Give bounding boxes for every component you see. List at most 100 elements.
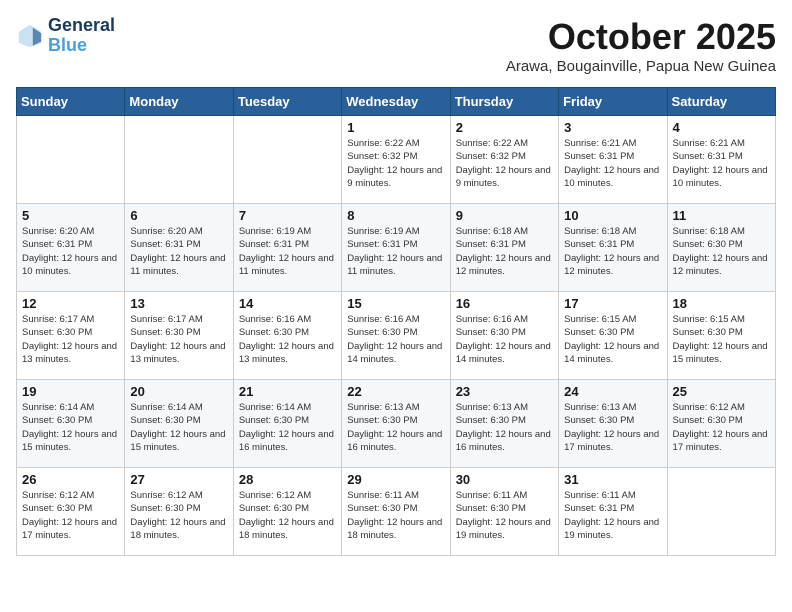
calendar-day-cell: 23Sunrise: 6:13 AMSunset: 6:30 PMDayligh… — [450, 380, 558, 468]
title-block: October 2025 Arawa, Bougainville, Papua … — [506, 16, 776, 75]
day-number: 1 — [347, 120, 444, 135]
page-header: General Blue October 2025 Arawa, Bougain… — [16, 16, 776, 75]
calendar-day-cell — [125, 116, 233, 204]
calendar-day-cell: 2 Sunrise: 6:22 AMSunset: 6:32 PMDaylight… — [450, 116, 558, 204]
calendar-week-row: 26 Sunrise: 6:12 AMSunset: 6:30 PMDayligh… — [17, 468, 776, 556]
day-info: Sunrise: 6:15 AMSunset: 6:30 PMDaylight:… — [673, 313, 770, 366]
calendar-week-row: 1 Sunrise: 6:22 AMSunset: 6:32 PMDaylight… — [17, 116, 776, 204]
day-info: Sunrise: 6:12 AMSunset: 6:30 PMDaylight:… — [130, 489, 227, 542]
day-number: 6 — [130, 208, 227, 223]
calendar-day-cell: 27 Sunrise: 6:12 AMSunset: 6:30 PMDayligh… — [125, 468, 233, 556]
calendar-week-row: 19 Sunrise: 6:14 AMSunset: 6:30 PMDayligh… — [17, 380, 776, 468]
weekday-header-cell: Wednesday — [342, 88, 450, 116]
day-number: 13 — [130, 296, 227, 311]
day-number: 7 — [239, 208, 336, 223]
day-number: 12 — [22, 296, 119, 311]
day-info: Sunrise: 6:11 AMSunset: 6:30 PMDaylight:… — [456, 489, 553, 542]
day-number: 4 — [673, 120, 770, 135]
day-info: Sunrise: 6:20 AMSunset: 6:31 PMDaylight:… — [22, 225, 119, 278]
day-info: Sunrise: 6:19 AMSunset: 6:31 PMDaylight:… — [347, 225, 444, 278]
day-info: Sunrise: 6:19 AMSunset: 6:31 PMDaylight:… — [239, 225, 336, 278]
day-info: Sunrise: 6:16 AMSunset: 6:30 PMDaylight:… — [347, 313, 444, 366]
day-number: 14 — [239, 296, 336, 311]
calendar-day-cell: 28 Sunrise: 6:12 AMSunset: 6:30 PMDayligh… — [233, 468, 341, 556]
day-number: 29 — [347, 472, 444, 487]
calendar-day-cell — [17, 116, 125, 204]
calendar-day-cell: 30 Sunrise: 6:11 AMSunset: 6:30 PMDayligh… — [450, 468, 558, 556]
day-number: 5 — [22, 208, 119, 223]
day-number: 15 — [347, 296, 444, 311]
calendar-day-cell: 4Sunrise: 6:21 AMSunset: 6:31 PMDaylight… — [667, 116, 775, 204]
day-info: Sunrise: 6:14 AMSunset: 6:30 PMDaylight:… — [130, 401, 227, 454]
day-info: Sunrise: 6:11 AMSunset: 6:30 PMDaylight:… — [347, 489, 444, 542]
day-info: Sunrise: 6:15 AMSunset: 6:30 PMDaylight:… — [564, 313, 661, 366]
day-number: 17 — [564, 296, 661, 311]
day-info: Sunrise: 6:12 AMSunset: 6:30 PMDaylight:… — [673, 401, 770, 454]
calendar-day-cell: 18 Sunrise: 6:15 AMSunset: 6:30 PMDayligh… — [667, 292, 775, 380]
calendar-day-cell: 24Sunrise: 6:13 AMSunset: 6:30 PMDayligh… — [559, 380, 667, 468]
day-info: Sunrise: 6:17 AMSunset: 6:30 PMDaylight:… — [22, 313, 119, 366]
day-number: 23 — [456, 384, 553, 399]
day-number: 18 — [673, 296, 770, 311]
day-number: 10 — [564, 208, 661, 223]
logo-icon — [16, 22, 44, 50]
day-number: 30 — [456, 472, 553, 487]
day-number: 27 — [130, 472, 227, 487]
day-number: 16 — [456, 296, 553, 311]
day-number: 11 — [673, 208, 770, 223]
day-number: 22 — [347, 384, 444, 399]
logo-line2: Blue — [48, 36, 115, 56]
day-number: 8 — [347, 208, 444, 223]
calendar-day-cell: 25Sunrise: 6:12 AMSunset: 6:30 PMDayligh… — [667, 380, 775, 468]
calendar-day-cell: 29 Sunrise: 6:11 AMSunset: 6:30 PMDayligh… — [342, 468, 450, 556]
calendar-day-cell: 22 Sunrise: 6:13 AMSunset: 6:30 PMDayligh… — [342, 380, 450, 468]
day-info: Sunrise: 6:18 AMSunset: 6:31 PMDaylight:… — [456, 225, 553, 278]
day-info: Sunrise: 6:22 AMSunset: 6:32 PMDaylight:… — [456, 137, 553, 190]
day-info: Sunrise: 6:11 AMSunset: 6:31 PMDaylight:… — [564, 489, 661, 542]
calendar-table: SundayMondayTuesdayWednesdayThursdayFrid… — [16, 87, 776, 556]
day-info: Sunrise: 6:22 AMSunset: 6:32 PMDaylight:… — [347, 137, 444, 190]
calendar-day-cell: 19 Sunrise: 6:14 AMSunset: 6:30 PMDayligh… — [17, 380, 125, 468]
calendar-day-cell: 21Sunrise: 6:14 AMSunset: 6:30 PMDayligh… — [233, 380, 341, 468]
calendar-body: 1 Sunrise: 6:22 AMSunset: 6:32 PMDaylight… — [17, 116, 776, 556]
day-number: 31 — [564, 472, 661, 487]
day-number: 21 — [239, 384, 336, 399]
day-info: Sunrise: 6:16 AMSunset: 6:30 PMDaylight:… — [239, 313, 336, 366]
calendar-week-row: 12 Sunrise: 6:17 AMSunset: 6:30 PMDayligh… — [17, 292, 776, 380]
calendar-day-cell: 17 Sunrise: 6:15 AMSunset: 6:30 PMDayligh… — [559, 292, 667, 380]
calendar-day-cell: 31 Sunrise: 6:11 AMSunset: 6:31 PMDayligh… — [559, 468, 667, 556]
calendar-day-cell: 11 Sunrise: 6:18 AMSunset: 6:30 PMDayligh… — [667, 204, 775, 292]
logo-text: General Blue — [48, 16, 115, 56]
day-info: Sunrise: 6:12 AMSunset: 6:30 PMDaylight:… — [239, 489, 336, 542]
calendar-day-cell: 1 Sunrise: 6:22 AMSunset: 6:32 PMDaylight… — [342, 116, 450, 204]
day-number: 28 — [239, 472, 336, 487]
day-info: Sunrise: 6:18 AMSunset: 6:31 PMDaylight:… — [564, 225, 661, 278]
weekday-header-cell: Tuesday — [233, 88, 341, 116]
day-number: 26 — [22, 472, 119, 487]
calendar-day-cell — [233, 116, 341, 204]
calendar-day-cell: 9 Sunrise: 6:18 AMSunset: 6:31 PMDaylight… — [450, 204, 558, 292]
calendar-day-cell: 3 Sunrise: 6:21 AMSunset: 6:31 PMDaylight… — [559, 116, 667, 204]
day-number: 24 — [564, 384, 661, 399]
day-number: 3 — [564, 120, 661, 135]
weekday-header-cell: Sunday — [17, 88, 125, 116]
day-info: Sunrise: 6:13 AMSunset: 6:30 PMDaylight:… — [347, 401, 444, 454]
day-info: Sunrise: 6:17 AMSunset: 6:30 PMDaylight:… — [130, 313, 227, 366]
location-subtitle: Arawa, Bougainville, Papua New Guinea — [506, 58, 776, 75]
day-info: Sunrise: 6:18 AMSunset: 6:30 PMDaylight:… — [673, 225, 770, 278]
day-info: Sunrise: 6:20 AMSunset: 6:31 PMDaylight:… — [130, 225, 227, 278]
weekday-header-cell: Saturday — [667, 88, 775, 116]
day-number: 19 — [22, 384, 119, 399]
day-info: Sunrise: 6:16 AMSunset: 6:30 PMDaylight:… — [456, 313, 553, 366]
logo: General Blue — [16, 16, 115, 56]
weekday-header-cell: Friday — [559, 88, 667, 116]
weekday-header-row: SundayMondayTuesdayWednesdayThursdayFrid… — [17, 88, 776, 116]
calendar-day-cell: 16 Sunrise: 6:16 AMSunset: 6:30 PMDayligh… — [450, 292, 558, 380]
day-number: 2 — [456, 120, 553, 135]
day-info: Sunrise: 6:14 AMSunset: 6:30 PMDaylight:… — [22, 401, 119, 454]
day-number: 9 — [456, 208, 553, 223]
weekday-header-cell: Monday — [125, 88, 233, 116]
day-info: Sunrise: 6:21 AMSunset: 6:31 PMDaylight:… — [564, 137, 661, 190]
calendar-day-cell: 10 Sunrise: 6:18 AMSunset: 6:31 PMDayligh… — [559, 204, 667, 292]
calendar-day-cell: 8 Sunrise: 6:19 AMSunset: 6:31 PMDaylight… — [342, 204, 450, 292]
